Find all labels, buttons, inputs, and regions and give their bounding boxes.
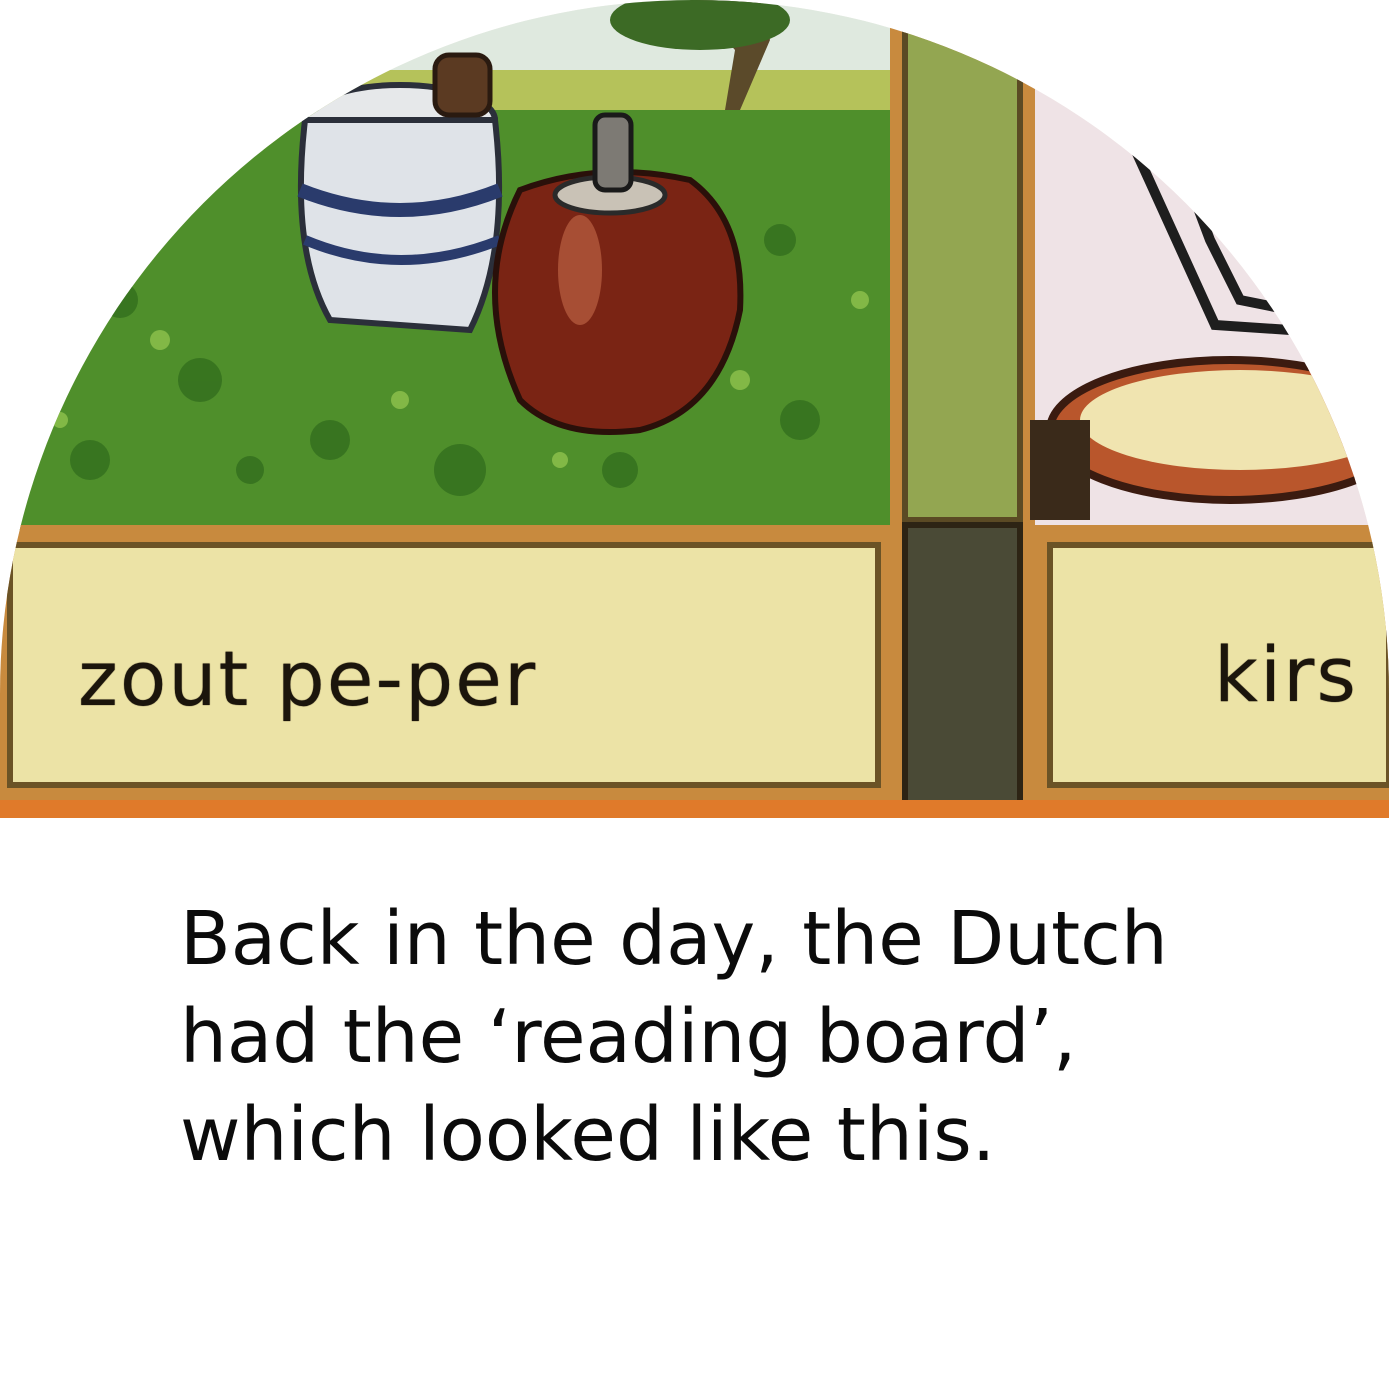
page: zout pe-per kirs Back in the day, the Du… xyxy=(0,0,1389,1390)
salt-shaker xyxy=(297,52,503,334)
caption-text: Back in the day, the Dutch had the ‘read… xyxy=(180,890,1280,1184)
reading-board-illustration: zout pe-per kirs xyxy=(0,0,1389,818)
caption-line: Back in the day, the Dutch xyxy=(180,896,1168,982)
caption-line: which looked like this. xyxy=(180,1092,996,1178)
left-card-label: zout pe-per xyxy=(78,634,538,723)
caption-line: had the ‘reading board’, xyxy=(180,994,1077,1080)
right-card-label: kirs xyxy=(1214,630,1358,719)
